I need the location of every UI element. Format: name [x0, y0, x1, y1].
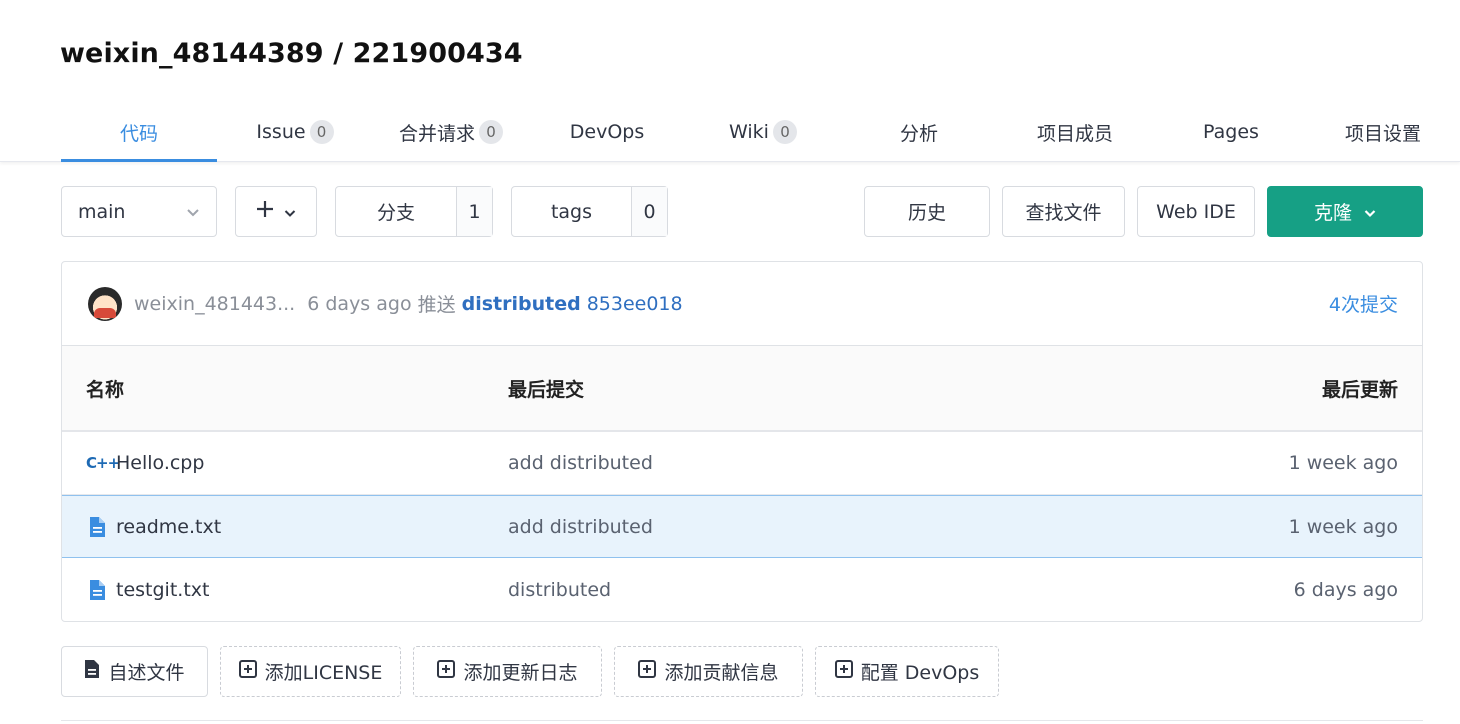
tab-devops[interactable]: DevOps: [529, 102, 685, 162]
add-contributing-button[interactable]: 添加贡献信息: [614, 646, 803, 697]
divider: [61, 720, 1423, 721]
branches-button[interactable]: 分支 1: [335, 186, 493, 237]
tab-analysis[interactable]: 分析: [841, 102, 997, 162]
file-name[interactable]: Hello.cpp: [116, 452, 204, 474]
table-row[interactable]: C++ Hello.cpp add distributed 1 week ago: [62, 432, 1422, 495]
tab-pages[interactable]: Pages: [1153, 102, 1309, 162]
commit-time: 6 days ago: [307, 292, 412, 315]
tab-code[interactable]: 代码: [61, 102, 217, 162]
table-row[interactable]: readme.txt add distributed 1 week ago: [62, 495, 1422, 558]
chevron-down-icon: [1364, 201, 1376, 223]
tab-label: DevOps: [569, 121, 645, 143]
chevron-down-icon: [284, 201, 296, 223]
file-last-commit[interactable]: distributed: [508, 558, 611, 621]
tab-members[interactable]: 项目成员: [997, 102, 1153, 162]
count-badge: 0: [772, 120, 797, 144]
commit-hash-link[interactable]: 853ee018: [587, 293, 683, 315]
cpp-file-icon: C++: [86, 454, 120, 472]
tab-settings[interactable]: 项目设置: [1309, 102, 1460, 162]
tab-label: 项目设置: [1345, 122, 1422, 145]
table-row[interactable]: testgit.txt distributed 6 days ago: [62, 558, 1422, 621]
branch-select[interactable]: main: [61, 186, 217, 237]
count-badge: 0: [309, 120, 334, 144]
branch-select-value: main: [78, 200, 126, 223]
add-license-button[interactable]: 添加LICENSE: [220, 646, 401, 697]
add-changelog-button[interactable]: 添加更新日志: [413, 646, 602, 697]
tab-label: 合并请求: [398, 122, 475, 145]
clone-button[interactable]: 克隆: [1267, 186, 1423, 237]
branches-label: 分支: [336, 187, 457, 236]
tags-label: tags: [512, 187, 632, 236]
add-contributing-label: 添加贡献信息: [664, 662, 779, 684]
tab-issue[interactable]: Issue 0: [217, 102, 373, 162]
tab-label: 项目成员: [1036, 122, 1113, 145]
commit-count-link[interactable]: 4次提交: [1329, 290, 1398, 317]
clone-label: 克隆: [1313, 202, 1352, 224]
tab-label: Issue: [256, 121, 306, 143]
commit-message-link[interactable]: distributed: [462, 293, 581, 315]
file-table-header: 名称 最后提交 最后更新: [62, 346, 1422, 432]
avatar[interactable]: [88, 286, 122, 321]
configure-devops-button[interactable]: 配置 DevOps: [815, 646, 999, 697]
file-browser: weixin_481443... 6 days ago 推送 distribut…: [61, 261, 1423, 622]
plus-icon: [256, 200, 274, 223]
document-icon: [84, 659, 100, 684]
file-last-commit[interactable]: add distributed: [508, 432, 653, 494]
repo-title[interactable]: weixin_48144389 / 221900434: [60, 38, 523, 69]
text-file-icon: [86, 516, 108, 538]
file-name-cell: testgit.txt: [86, 558, 209, 621]
repo-tabs: 代码 Issue 0 合并请求 0 DevOps Wiki 0 分析 项目成员 …: [0, 102, 1460, 162]
plus-square-icon: [638, 660, 657, 683]
count-badge: 0: [479, 120, 503, 144]
add-changelog-label: 添加更新日志: [463, 662, 578, 684]
add-license-label: 添加LICENSE: [264, 662, 383, 684]
file-name-cell: readme.txt: [86, 496, 221, 557]
commit-author[interactable]: weixin_481443...: [134, 293, 295, 315]
header-last-commit: 最后提交: [508, 378, 585, 401]
readme-button[interactable]: 自述文件: [61, 646, 208, 697]
tab-label: Wiki: [729, 121, 769, 143]
plus-square-icon: [834, 660, 853, 683]
tab-merge-requests[interactable]: 合并请求 0: [373, 102, 529, 162]
header-name: 名称: [86, 378, 125, 401]
file-last-commit[interactable]: add distributed: [508, 496, 653, 557]
chevron-down-icon: [186, 201, 200, 223]
plus-square-icon: [437, 660, 456, 683]
tab-wiki[interactable]: Wiki 0: [685, 102, 841, 162]
history-button[interactable]: 历史: [864, 186, 990, 237]
plus-square-icon: [238, 660, 257, 683]
find-file-button[interactable]: 查找文件: [1002, 186, 1125, 237]
tab-label: Pages: [1203, 121, 1259, 143]
header-last-update: 最后更新: [1321, 378, 1398, 401]
file-name[interactable]: readme.txt: [116, 516, 221, 538]
tab-label: 代码: [119, 122, 158, 145]
configure-devops-label: 配置 DevOps: [860, 662, 980, 684]
tags-button[interactable]: tags 0: [511, 186, 668, 237]
file-last-update: 1 week ago: [1288, 452, 1398, 474]
file-last-update: 6 days ago: [1293, 578, 1398, 601]
file-last-update: 1 week ago: [1288, 515, 1398, 538]
tags-count: 0: [632, 187, 667, 236]
file-name[interactable]: testgit.txt: [116, 579, 209, 601]
web-ide-button[interactable]: Web IDE: [1137, 186, 1255, 237]
repo-header: weixin_48144389 / 221900434: [0, 0, 1460, 102]
commit-action: 推送: [417, 294, 456, 316]
file-name-cell: C++ Hello.cpp: [86, 432, 204, 494]
new-item-dropdown[interactable]: [235, 186, 317, 237]
tab-label: 分析: [899, 122, 938, 145]
text-file-icon: [86, 579, 108, 601]
branches-count: 1: [457, 187, 492, 236]
readme-label: 自述文件: [108, 662, 185, 684]
latest-commit-bar: weixin_481443... 6 days ago 推送 distribut…: [62, 262, 1422, 346]
